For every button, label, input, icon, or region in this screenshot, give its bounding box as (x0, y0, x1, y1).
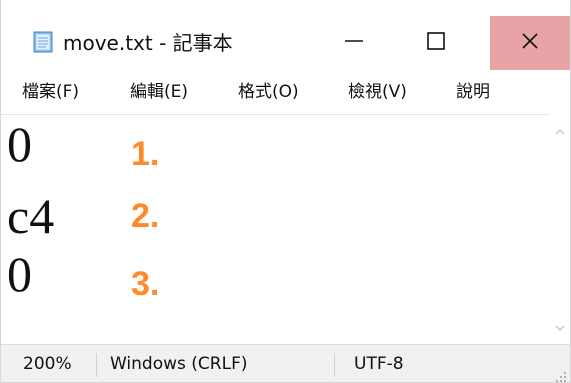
close-icon (519, 30, 541, 56)
notepad-window: move.txt - 記事本 檔案(F) 編輯(E) 格式(O) 檢視(V) 說… (0, 0, 571, 383)
status-divider (96, 353, 97, 377)
annotation-3: 3. (131, 265, 160, 303)
status-zoom: 200% (23, 354, 72, 374)
status-encoding: UTF-8 (354, 354, 404, 374)
status-bar: 200% Windows (CRLF) UTF-8 (1, 344, 570, 382)
editor-line-1: 0 (7, 116, 32, 172)
title-bar[interactable]: move.txt - 記事本 (1, 0, 570, 70)
menu-format[interactable]: 格式(O) (238, 70, 299, 114)
annotation-1: 1. (131, 135, 160, 173)
chevron-down-icon (554, 318, 566, 337)
editor-line-3: 0 (7, 246, 32, 302)
menu-edit[interactable]: 編輯(E) (130, 70, 188, 114)
close-button[interactable] (490, 16, 570, 70)
minimize-icon (343, 30, 365, 56)
notepad-icon (31, 30, 55, 54)
minimize-button[interactable] (316, 16, 391, 70)
status-line-endings: Windows (CRLF) (110, 354, 248, 374)
scroll-down-button[interactable] (550, 318, 570, 336)
annotation-2: 2. (131, 197, 160, 235)
text-editor[interactable]: 0 c4 0 1. 2. 3. (1, 114, 550, 345)
menu-help[interactable]: 說明 (456, 70, 490, 114)
scroll-up-button[interactable] (550, 122, 570, 140)
maximize-icon (425, 30, 447, 56)
vertical-scrollbar[interactable] (550, 114, 570, 344)
menu-view[interactable]: 檢視(V) (348, 70, 407, 114)
chevron-up-icon (554, 122, 566, 141)
status-divider (334, 353, 335, 377)
menu-bar: 檔案(F) 編輯(E) 格式(O) 檢視(V) 說明 (1, 70, 570, 114)
editor-line-2: c4 (7, 188, 55, 244)
menu-file[interactable]: 檔案(F) (22, 70, 79, 114)
resize-grip-icon[interactable] (555, 368, 567, 382)
maximize-button[interactable] (398, 16, 473, 70)
window-title: move.txt - 記事本 (63, 31, 233, 55)
